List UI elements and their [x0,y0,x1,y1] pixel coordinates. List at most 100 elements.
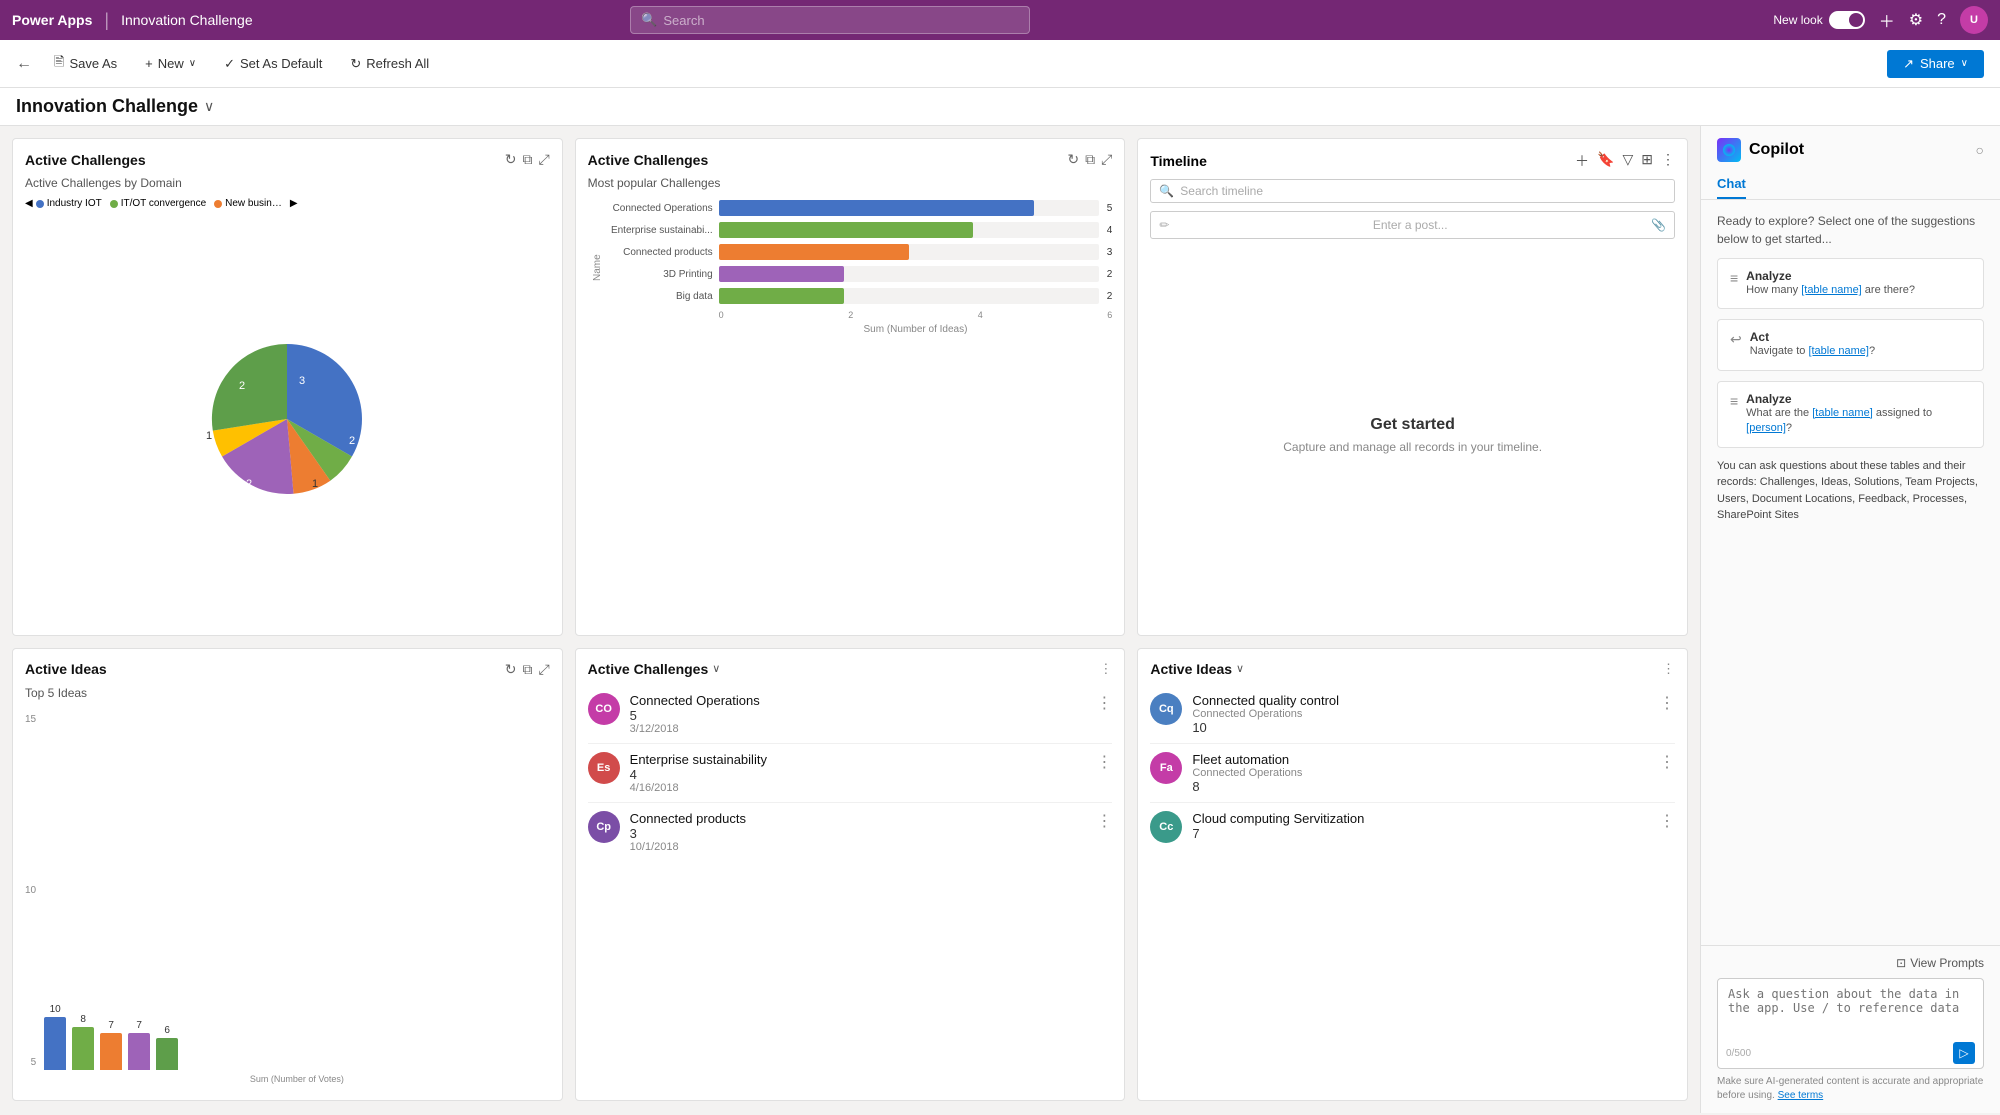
search-placeholder: Search [663,13,704,28]
save-as-button[interactable]: 🖹 Save As [44,48,127,80]
share-button[interactable]: ↗ Share ∨ [1887,50,1984,78]
settings-icon[interactable]: ⚙ [1909,10,1923,30]
challenges-list-items: CO Connected Operations 5 3/12/2018 ⋮ Es… [588,685,1113,861]
send-button[interactable]: ▷ [1953,1042,1975,1064]
list-item: Cp Connected products 3 10/1/2018 ⋮ [588,803,1113,861]
set-default-button[interactable]: ✓ Set As Default [214,51,332,77]
idea-parent-1: Connected Operations [1192,708,1649,720]
idea-avatar-2: Fa [1150,752,1182,784]
add-icon[interactable]: ＋ [1879,8,1895,32]
attachment-icon[interactable]: 📎 [1651,218,1666,232]
list-item: Fa Fleet automation Connected Operations… [1150,744,1675,803]
refresh-ideas-icon[interactable]: ↻ [505,661,517,678]
new-look-label: New look [1773,13,1822,27]
disclaimer-text: Make sure AI-generated content is accura… [1717,1076,1983,1101]
legend-item-newbiz: New busin… [214,198,282,209]
idea-count-3: 7 [1192,826,1649,841]
view-prompts-label: View Prompts [1910,956,1984,970]
refresh-bar-icon[interactable]: ↻ [1067,151,1079,168]
pencil-icon: ✏ [1159,218,1169,232]
expand-card-icon[interactable]: ⤢ [538,151,549,168]
search-bar[interactable]: 🔍 Search [630,6,1030,34]
challenges-list-chevron-icon[interactable]: ∨ [712,662,720,675]
challenge-item-more-2[interactable]: ⋮ [1096,752,1112,772]
legend-more-icon[interactable]: ▶ [290,198,298,209]
toggle-switch[interactable] [1829,11,1865,29]
copy-bar-icon[interactable]: ⧉ [1085,151,1095,168]
y-label-5: 5 [31,1057,37,1068]
timeline-columns-icon[interactable]: ⊞ [1641,151,1653,171]
bar-track-5 [719,288,1099,304]
refresh-icon: ↻ [350,56,361,72]
suggestion-icon-2: ↩ [1730,331,1742,359]
timeline-post-input[interactable]: ✏ Enter a post... 📎 [1150,211,1675,239]
expand-ideas-icon[interactable]: ⤢ [538,661,549,678]
ideas-list-chevron-icon[interactable]: ∨ [1236,662,1244,675]
disclaimer-link[interactable]: See terms [1778,1090,1824,1101]
pie-label-4: 2 [246,478,252,490]
pie-subtitle: Active Challenges by Domain [25,176,550,190]
share-chevron-icon: ∨ [1961,58,1968,69]
refresh-card-icon[interactable]: ↻ [505,151,517,168]
ideas-chart-header: Active Ideas ↻ ⧉ ⤢ [25,661,550,678]
suggestion-link-1[interactable]: [table name] [1801,284,1862,296]
idea-item-more-3[interactable]: ⋮ [1659,811,1675,831]
tab-chat[interactable]: Chat [1717,170,1746,199]
pie-label-6: 2 [239,380,245,392]
idea-item-more-1[interactable]: ⋮ [1659,693,1675,713]
ideas-axis-label: Sum (Number of Votes) [44,1074,550,1084]
challenge-content-2: Enterprise sustainability 4 4/16/2018 [630,752,1087,794]
y-axis-label: Name [588,200,603,335]
ideas-list-title: Active Ideas [1150,661,1232,677]
ideas-list-more-icon[interactable]: ⋮ [1662,661,1675,677]
copilot-suggestion-3[interactable]: ≡ Analyze What are the [table name] assi… [1717,381,1984,448]
challenge-item-more-1[interactable]: ⋮ [1096,693,1112,713]
active-challenges-list-card: Active Challenges ∨ ⋮ CO Connected Opera… [575,648,1126,1102]
idea-item-more-2[interactable]: ⋮ [1659,752,1675,772]
challenges-list-more-icon[interactable]: ⋮ [1099,661,1112,677]
back-button[interactable]: ← [16,55,32,73]
copilot-logo [1717,138,1741,162]
suggestion-content-2: Act Navigate to [table name]? [1750,330,1875,359]
active-challenges-pie-card: Active Challenges ↻ ⧉ ⤢ Active Challenge… [12,138,563,636]
timeline-search[interactable]: 🔍 Search timeline [1150,179,1675,203]
timeline-filter-icon[interactable]: ▽ [1622,151,1633,171]
timeline-bookmark-icon[interactable]: 🔖 [1597,151,1614,171]
copilot-suggestion-1[interactable]: ≡ Analyze How many [table name] are ther… [1717,258,1984,309]
ideas-bar-col-4: 7 [128,1020,150,1070]
suggestion-link-3a[interactable]: [table name] [1812,407,1873,419]
bar-card-title: Active Challenges [588,152,709,168]
suggestion-link-2[interactable]: [table name] [1808,345,1869,357]
avatar[interactable]: U [1960,6,1988,34]
legend-item-iot: ◀ Industry IOT [25,198,102,209]
copilot-close-icon[interactable]: ○ [1976,142,1984,158]
app-title: Innovation Challenge [121,12,253,28]
expand-bar-icon[interactable]: ⤢ [1101,151,1112,168]
suggestion-link-3b[interactable]: [person] [1746,422,1786,434]
new-button[interactable]: + New ∨ [135,51,206,76]
ideas-bar-col-3: 7 [100,1020,122,1070]
copilot-info: You can ask questions about these tables… [1717,458,1984,524]
view-prompts-button[interactable]: ⊡ View Prompts [1717,956,1984,970]
copy-card-icon[interactable]: ⧉ [522,151,532,168]
copilot-suggestion-2[interactable]: ↩ Act Navigate to [table name]? [1717,319,1984,370]
copilot-disclaimer: Make sure AI-generated content is accura… [1717,1075,1984,1103]
bar-chart-area: Name Connected Operations 5 [588,200,1113,623]
copilot-input[interactable] [1718,979,1983,1037]
copilot-title: Copilot [1749,141,1804,159]
save-as-label: Save As [69,56,117,71]
suggestion-text-2: Navigate to [table name]? [1750,344,1875,359]
timeline-add-icon[interactable]: ＋ [1575,151,1589,171]
challenge-name-3: Connected products [630,811,1087,826]
page-title-chevron-icon[interactable]: ∨ [204,98,214,115]
refresh-button[interactable]: ↻ Refresh All [340,51,439,77]
legend-label-itot: IT/OT convergence [121,198,206,209]
challenge-date-1: 3/12/2018 [630,723,1087,735]
challenge-item-more-3[interactable]: ⋮ [1096,811,1112,831]
copy-ideas-icon[interactable]: ⧉ [522,661,532,678]
new-look-toggle[interactable]: New look [1773,11,1864,29]
nav-separator: | [104,10,109,31]
help-icon[interactable]: ? [1937,11,1946,29]
axis-4: 4 [978,310,983,320]
timeline-more-icon[interactable]: ⋮ [1661,151,1675,171]
